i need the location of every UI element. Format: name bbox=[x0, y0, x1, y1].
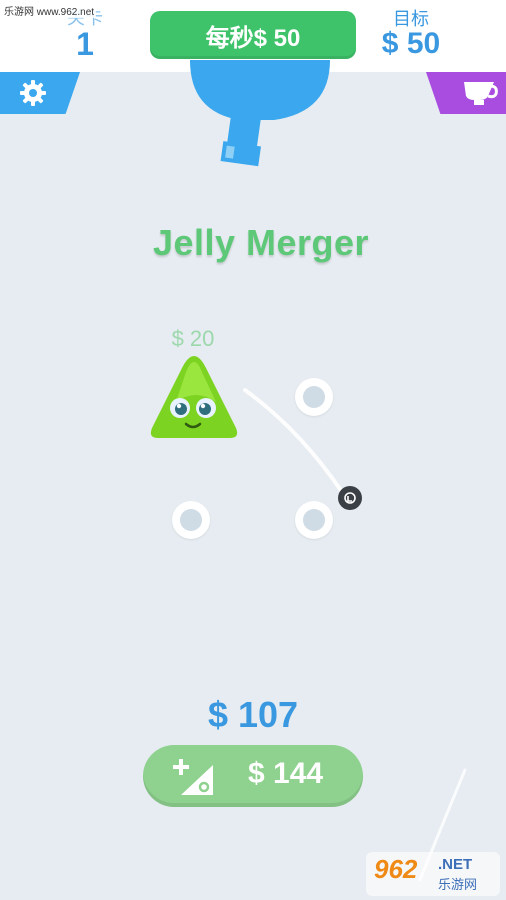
site-logo: 962 .NET 乐游网 bbox=[366, 852, 500, 896]
merge-slot[interactable] bbox=[295, 378, 333, 416]
add-jelly-icon bbox=[173, 759, 213, 795]
target-value: $ 50 bbox=[381, 27, 441, 60]
logo-cn: 乐游网 bbox=[438, 877, 478, 892]
hand-pointer-icon bbox=[338, 486, 362, 510]
logo-brand: 962 bbox=[374, 854, 418, 884]
merge-slot[interactable] bbox=[172, 501, 210, 539]
green-jelly[interactable] bbox=[146, 348, 242, 444]
buy-jelly-button[interactable]: $ 144 bbox=[143, 745, 363, 807]
trophy-cup-icon bbox=[464, 82, 498, 105]
game-title: Jelly Merger bbox=[152, 222, 370, 263]
watermark-text: 乐游网 www.962.net bbox=[2, 3, 97, 18]
settings-button[interactable] bbox=[0, 72, 80, 114]
logo-suffix: .NET bbox=[438, 856, 473, 873]
jelly-dispenser bbox=[190, 60, 330, 167]
buy-price: $ 144 bbox=[248, 757, 324, 790]
income-rate-badge: 每秒$ 50 bbox=[150, 11, 356, 59]
gear-icon bbox=[20, 80, 46, 106]
money-balance: $ 107 bbox=[207, 694, 299, 735]
merge-slot[interactable] bbox=[295, 501, 333, 539]
level-value: 1 bbox=[76, 26, 94, 62]
shop-button[interactable] bbox=[426, 72, 506, 114]
